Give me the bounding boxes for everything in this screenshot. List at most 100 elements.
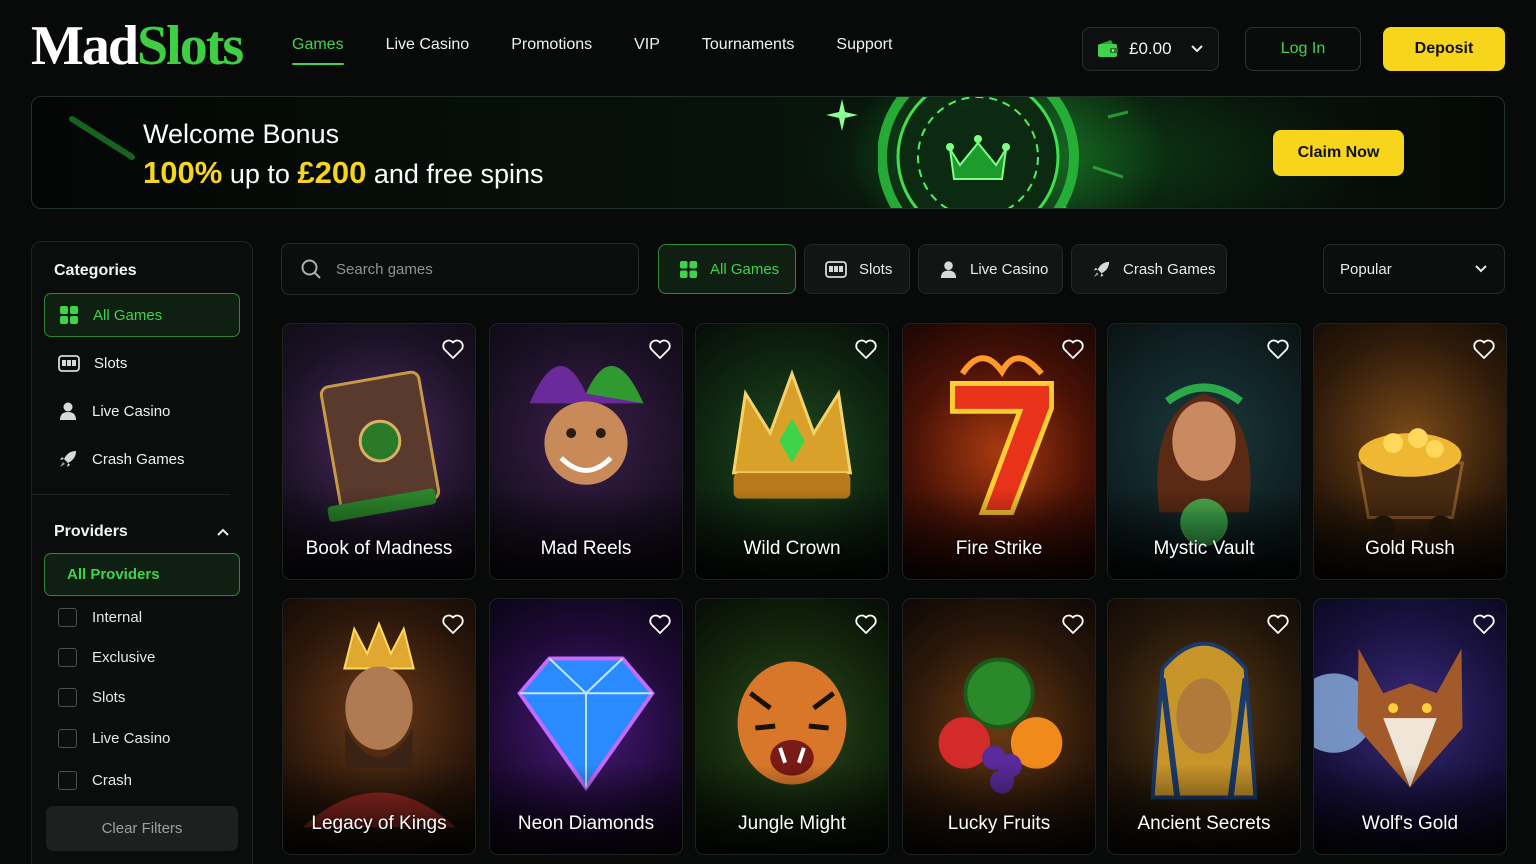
filter-all-games[interactable]: All Games <box>658 244 796 294</box>
category-slots[interactable]: Slots <box>44 341 240 385</box>
wallet-balance: £0.00 <box>1129 39 1172 58</box>
heart-icon[interactable] <box>648 338 672 360</box>
main-nav: Games Live Casino Promotions VIP Tournam… <box>292 36 892 65</box>
search-input[interactable] <box>336 260 616 278</box>
category-label: Crash Games <box>92 450 185 468</box>
wallet-dropdown[interactable]: £0.00 <box>1082 27 1219 71</box>
heart-icon[interactable] <box>441 613 465 635</box>
heart-icon[interactable] <box>1472 338 1496 360</box>
game-card[interactable]: Book of Madness <box>282 323 476 580</box>
search-icon <box>301 259 321 279</box>
dealer-icon <box>940 260 957 278</box>
game-card[interactable]: Jungle Might <box>695 598 889 855</box>
game-title: Mystic Vault <box>1153 538 1255 559</box>
game-card[interactable]: Gold Rush <box>1313 323 1507 580</box>
card-gradient <box>903 489 1095 579</box>
category-live-casino[interactable]: Live Casino <box>44 389 240 433</box>
heart-icon[interactable] <box>441 338 465 360</box>
grid-icon <box>60 306 78 324</box>
heart-icon[interactable] <box>648 613 672 635</box>
nav-tournaments[interactable]: Tournaments <box>702 36 795 64</box>
provider-slots[interactable]: Slots <box>58 688 125 707</box>
nav-games[interactable]: Games <box>292 36 344 65</box>
game-title: Mad Reels <box>540 538 632 559</box>
providers-all-button[interactable]: All Providers <box>44 553 240 596</box>
category-label: Slots <box>94 354 128 372</box>
game-title: Wolf's Gold <box>1361 813 1459 834</box>
game-card[interactable]: Neon Diamonds <box>489 598 683 855</box>
category-all-games[interactable]: All Games <box>44 293 240 337</box>
game-card[interactable]: Mad Reels <box>489 323 683 580</box>
card-gradient <box>696 764 888 854</box>
category-label: All Games <box>93 306 163 324</box>
clear-filters-button[interactable]: Clear Filters <box>46 806 238 851</box>
banner-offer: 100% up to £200 and free spins <box>143 155 543 191</box>
game-title: Fire Strike <box>955 538 1043 559</box>
game-title: Wild Crown <box>743 538 841 559</box>
filter-live-casino[interactable]: Live Casino <box>918 244 1063 294</box>
category-crash-games[interactable]: Crash Games <box>44 437 240 481</box>
welcome-bonus-banner: Welcome Bonus 100% up to £200 and free s… <box>31 96 1505 209</box>
provider-label: Internal <box>92 609 143 626</box>
deposit-button[interactable]: Deposit <box>1383 27 1505 71</box>
rocket-icon <box>1093 261 1110 277</box>
card-gradient <box>903 764 1095 854</box>
card-gradient <box>283 489 475 579</box>
login-button[interactable]: Log In <box>1245 27 1361 71</box>
card-gradient <box>490 489 682 579</box>
wallet-icon <box>1098 40 1118 57</box>
dealer-icon <box>60 402 76 420</box>
category-label: Live Casino <box>92 402 171 420</box>
game-card[interactable]: Mystic Vault <box>1107 323 1301 580</box>
sparkle-icon <box>826 99 858 131</box>
game-card[interactable]: Wolf's Gold <box>1313 598 1507 855</box>
checkbox[interactable] <box>58 688 77 707</box>
checkbox[interactable] <box>58 729 77 748</box>
claim-now-button[interactable]: Claim Now <box>1273 130 1404 176</box>
banner-percent: 100% <box>143 155 223 190</box>
filter-label: Live Casino <box>970 260 1049 278</box>
slot-machine-icon <box>825 261 847 278</box>
provider-label: Slots <box>92 689 126 706</box>
banner-up-to: up to <box>229 159 290 189</box>
logo[interactable]: MadSlots <box>31 14 244 78</box>
nav-support[interactable]: Support <box>836 36 892 64</box>
checkbox[interactable] <box>58 608 77 627</box>
game-card[interactable]: Lucky Fruits <box>902 598 1096 855</box>
game-title: Ancient Secrets <box>1137 813 1271 834</box>
heart-icon[interactable] <box>854 338 878 360</box>
nav-live-casino[interactable]: Live Casino <box>386 36 470 64</box>
heart-icon[interactable] <box>854 613 878 635</box>
heart-icon[interactable] <box>1266 613 1290 635</box>
card-gradient <box>1108 489 1300 579</box>
checkbox[interactable] <box>58 648 77 667</box>
filter-slots[interactable]: Slots <box>804 244 910 294</box>
site-header: MadSlots Games Live Casino Promotions VI… <box>0 0 1536 92</box>
heart-icon[interactable] <box>1061 613 1085 635</box>
heart-icon[interactable] <box>1472 613 1496 635</box>
nav-promotions[interactable]: Promotions <box>511 36 592 64</box>
casino-chip-crown-icon <box>878 97 1129 208</box>
heart-icon[interactable] <box>1266 338 1290 360</box>
filter-crash-games[interactable]: Crash Games <box>1071 244 1227 294</box>
filter-label: Slots <box>859 260 893 278</box>
checkbox[interactable] <box>58 771 77 790</box>
game-title: Lucky Fruits <box>947 813 1051 834</box>
nav-vip[interactable]: VIP <box>634 36 660 64</box>
game-card[interactable]: Ancient Secrets <box>1107 598 1301 855</box>
banner-title: Welcome Bonus <box>143 119 340 149</box>
provider-crash[interactable]: Crash <box>58 771 132 790</box>
filter-label: All Games <box>710 260 780 278</box>
heart-icon[interactable] <box>1061 338 1085 360</box>
card-gradient <box>696 489 888 579</box>
game-card[interactable]: Legacy of Kings <box>282 598 476 855</box>
search-box[interactable] <box>281 243 639 295</box>
provider-exclusive[interactable]: Exclusive <box>58 648 155 667</box>
sort-dropdown[interactable]: Popular <box>1323 244 1505 294</box>
sidebar-divider <box>32 494 230 495</box>
chevron-up-icon[interactable] <box>216 527 230 537</box>
game-card[interactable]: Fire Strike <box>902 323 1096 580</box>
provider-internal[interactable]: Internal <box>58 608 142 627</box>
game-card[interactable]: Wild Crown <box>695 323 889 580</box>
provider-live-casino[interactable]: Live Casino <box>58 729 170 748</box>
